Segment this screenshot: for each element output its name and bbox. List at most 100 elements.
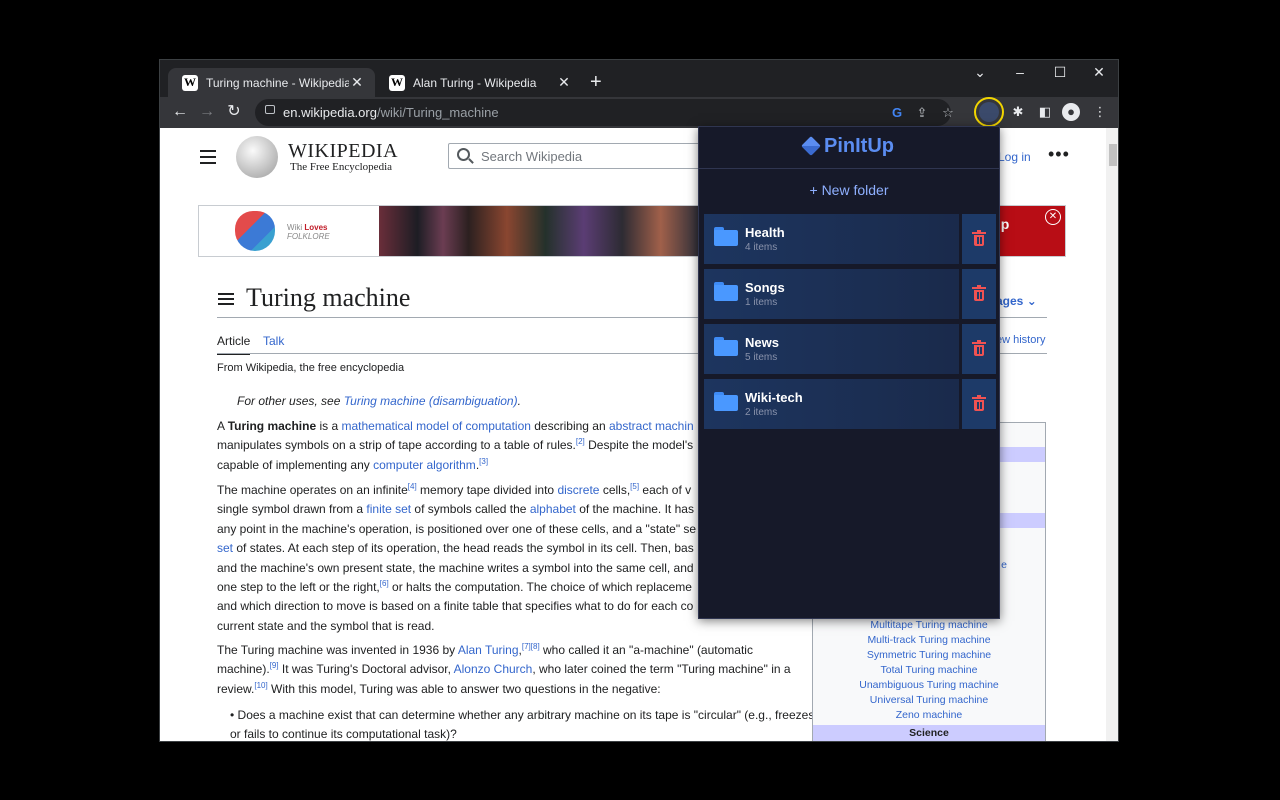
folder-icon [714,282,738,301]
trash-icon [972,340,986,356]
folder-open-button[interactable]: Health 4 items [704,214,959,264]
infobox-item[interactable]: Multitape Turing machine [813,619,1045,631]
new-folder-button[interactable]: + New folder [699,182,999,198]
infobox-item[interactable]: Zeno machine [813,709,1045,721]
article-link[interactable]: set [217,541,233,555]
paragraph-history: The Turing machine was invented in 1936 … [217,642,791,696]
google-icon[interactable]: G [888,104,906,122]
article-link[interactable]: abstract machin [609,419,694,433]
search-placeholder: Search Wikipedia [481,149,583,164]
languages-button[interactable]: ages ⌄ [996,294,1037,308]
tab-title: Alan Turing - Wikipedia [413,75,537,90]
infobox-section-heading[interactable]: Science [813,725,1045,741]
menu-icon[interactable]: ⋮ [1090,102,1110,122]
tab-alan-turing[interactable]: W Alan Turing - Wikipedia ✕ [375,68,582,97]
login-link[interactable]: Log in [998,150,1031,164]
close-window-button[interactable]: ✕ [1079,64,1118,81]
folder-row: Health 4 items [704,214,996,264]
article-link[interactable]: Alan Turing [458,643,519,657]
article-link[interactable]: finite set [366,502,411,516]
address-bar[interactable]: en.wikipedia.org/wiki/Turing_machine G ⇪… [255,99,954,126]
search-input[interactable]: Search Wikipedia [448,143,708,169]
tab-turing-machine[interactable]: W Turing machine - Wikipedia ✕ [168,68,375,97]
wikipedia-favicon-icon: W [389,74,405,91]
delete-folder-button[interactable] [962,269,996,319]
delete-folder-button[interactable] [962,324,996,374]
folder-row: News 5 items [704,324,996,374]
tab-search-dropdown-icon[interactable]: ⌄ [960,64,1000,81]
lock-icon[interactable] [265,105,275,114]
back-button[interactable]: ← [170,102,190,122]
folder-name: Songs [745,280,785,295]
close-tab-icon[interactable]: ✕ [556,74,572,91]
tab-strip: W Turing machine - Wikipedia ✕ W Alan Tu… [160,60,1118,97]
infobox-item[interactable]: Multi-track Turing machine [813,634,1045,646]
maximize-button[interactable]: ☐ [1040,64,1080,81]
article-link[interactable]: discrete [557,483,599,497]
trash-icon [972,285,986,301]
trash-icon [972,230,986,246]
folder-open-button[interactable]: Songs 1 items [704,269,959,319]
table-of-contents-icon[interactable] [218,293,234,308]
forward-button[interactable]: → [197,102,217,122]
wikipedia-favicon-icon: W [182,74,198,91]
folder-count: 4 items [745,242,778,253]
share-icon[interactable]: ⇪ [913,104,931,122]
page-scrollbar[interactable] [1106,128,1118,741]
wikipedia-tagline: The Free Encyclopedia [290,161,393,173]
more-options-icon[interactable]: ••• [1048,144,1070,165]
disambiguation-link[interactable]: Turing machine (disambiguation) [344,394,518,408]
delete-folder-button[interactable] [962,214,996,264]
folder-count: 5 items [745,352,778,363]
browser-toolbar: ← → ↻ en.wikipedia.org/wiki/Turing_machi… [160,97,1118,128]
trash-icon [972,395,986,411]
list-item: • Does a machine exist that can determin… [230,708,818,742]
site-subtitle: From Wikipedia, the free encyclopedia [217,362,405,374]
delete-folder-button[interactable] [962,379,996,429]
tab-talk[interactable]: Talk [263,334,284,348]
pinitup-extension-icon [979,102,999,122]
folder-count: 1 items [745,297,778,308]
close-banner-icon[interactable]: ✕ [1045,209,1061,225]
folder-open-button[interactable]: News 5 items [704,324,959,374]
puzzle-icon[interactable]: ✱ [1008,102,1028,122]
hatnote: For other uses, see Turing machine (disa… [237,394,521,408]
url-text[interactable]: en.wikipedia.org/wiki/Turing_machine [283,105,499,120]
infobox-item[interactable]: Unambiguous Turing machine [813,679,1045,691]
folder-name: Wiki-tech [745,390,803,405]
banner-brand: Wiki Loves FOLKLORE [287,223,330,241]
article-link[interactable]: computer algorithm [373,458,476,472]
folder-name: Health [745,225,785,240]
folder-icon [714,392,738,411]
view-history-link[interactable]: ew history [996,334,1046,346]
main-menu-icon[interactable] [200,150,216,168]
infobox-item[interactable]: Symmetric Turing machine [813,649,1045,661]
star-icon[interactable]: ☆ [939,104,957,122]
tab-article[interactable]: Article [217,334,251,355]
pinitup-popup: PinItUp + New folder Health 4 items Song… [698,126,1000,619]
article-link[interactable]: alphabet [530,502,576,516]
wikipedia-wordmark[interactable]: WIKIPEDIA [288,140,398,163]
profile-icon[interactable]: ● [1062,103,1080,121]
article-link[interactable]: Alonzo Church [454,662,533,676]
infobox-item[interactable]: Total Turing machine [813,664,1045,676]
pinitup-extension-button[interactable] [974,97,1004,127]
folder-row: Wiki-tech 2 items [704,379,996,429]
close-tab-icon[interactable]: ✕ [349,74,365,91]
folder-icon [714,227,738,246]
folder-icon [714,337,738,356]
side-panel-icon[interactable]: ◧ [1035,102,1055,122]
reload-button[interactable]: ↻ [224,102,244,122]
scrollbar-thumb[interactable] [1109,144,1117,166]
wikipedia-globe-logo[interactable] [236,136,278,178]
folder-open-button[interactable]: Wiki-tech 2 items [704,379,959,429]
pinitup-logo: PinItUp [699,135,999,158]
banner-photos [379,206,699,256]
article-link[interactable]: mathematical model of computation [341,419,530,433]
folder-count: 2 items [745,407,778,418]
minimize-button[interactable]: – [1000,64,1040,80]
infobox-item[interactable]: Universal Turing machine [813,694,1045,706]
folder-row: Songs 1 items [704,269,996,319]
new-tab-button[interactable]: + [590,72,602,92]
search-icon [457,148,470,161]
